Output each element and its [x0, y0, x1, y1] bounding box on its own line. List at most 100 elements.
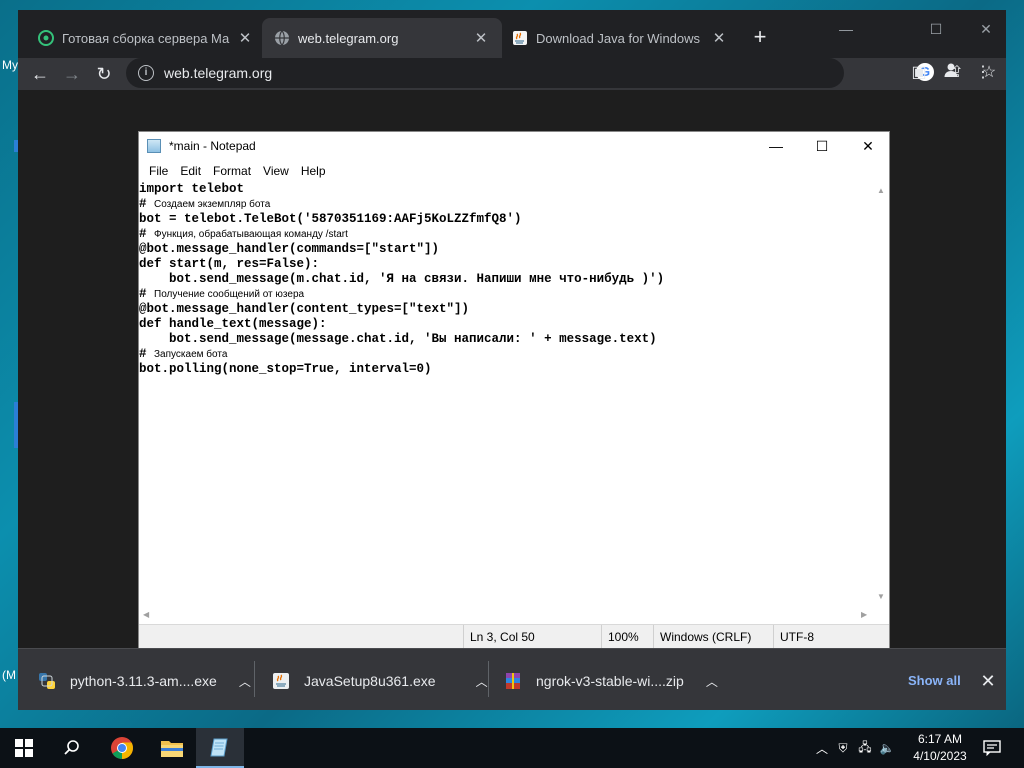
- download-filename: ngrok-v3-stable-wi....zip: [536, 673, 684, 689]
- reload-icon[interactable]: ↻: [90, 60, 118, 88]
- side-panel-icon[interactable]: ▣: [908, 62, 930, 84]
- notification-icon: [983, 740, 1001, 756]
- vertical-scrollbar[interactable]: ▲ ▼: [872, 182, 889, 607]
- globe-icon: [274, 30, 290, 46]
- tab-close-icon[interactable]: ✕: [710, 29, 728, 47]
- browser-toolbar: ← → ↻ i web.telegram.org G ⇪ ☆ ▣ ⋮: [18, 58, 1006, 90]
- volume-icon[interactable]: 🔈: [876, 741, 898, 755]
- minimize-window-button[interactable]: —: [826, 14, 866, 44]
- taskbar-clock[interactable]: 6:17 AM 4/10/2023: [908, 731, 972, 765]
- tab-title: Download Java for Windows: [536, 30, 701, 46]
- close-downloads-bar-icon[interactable]: ✕: [976, 667, 1000, 695]
- forward-arrow-icon[interactable]: →: [58, 60, 86, 88]
- download-item-java[interactable]: JavaSetup8u361.exe ︿: [272, 663, 488, 699]
- taskbar-notepad[interactable]: [196, 728, 244, 768]
- network-icon[interactable]: 🖧: [854, 738, 876, 759]
- security-shield-icon[interactable]: ⛨: [832, 741, 854, 756]
- code-line: # Функция, обрабатывающая команду /start: [139, 227, 348, 241]
- scroll-up-icon[interactable]: ▲: [877, 186, 885, 195]
- menu-help[interactable]: Help: [295, 164, 332, 178]
- chevron-up-icon[interactable]: ︿: [476, 673, 488, 690]
- code-line: bot.send_message(message.chat.id, 'Вы на…: [139, 332, 657, 346]
- status-cursor-position: Ln 3, Col 50: [463, 625, 601, 649]
- desktop-icon-label-my: My: [2, 58, 18, 72]
- chrome-icon: [111, 737, 133, 759]
- code-line: # Создаем экземпляр бота: [139, 197, 271, 211]
- taskbar-chrome[interactable]: [98, 728, 146, 768]
- search-icon: [64, 740, 79, 755]
- green-favicon-icon: [38, 30, 54, 46]
- chevron-up-icon[interactable]: ︿: [812, 740, 832, 757]
- tab-bar: Готовая сборка сервера Майнк ✕ web.teleg…: [18, 10, 1006, 58]
- browser-window: Готовая сборка сервера Майнк ✕ web.teleg…: [18, 10, 1006, 710]
- code-line: @bot.message_handler(content_types=["tex…: [139, 302, 470, 316]
- tab-web-telegram[interactable]: web.telegram.org ✕: [262, 18, 502, 58]
- winrar-archive-icon: [504, 672, 522, 690]
- address-url: web.telegram.org: [164, 65, 273, 81]
- notepad-menubar: File Edit Format View Help: [139, 160, 889, 182]
- windows-taskbar: ︿ ⛨ 🖧 🔈 6:17 AM 4/10/2023: [0, 728, 1024, 768]
- code-line: import telebot: [139, 182, 245, 196]
- menu-edit[interactable]: Edit: [174, 164, 207, 178]
- new-tab-button[interactable]: +: [746, 24, 774, 52]
- scroll-down-icon[interactable]: ▼: [877, 592, 885, 601]
- show-all-downloads-button[interactable]: Show all: [896, 667, 973, 695]
- menu-view[interactable]: View: [257, 164, 295, 178]
- status-line-ending: Windows (CRLF): [653, 625, 773, 649]
- menu-format[interactable]: Format: [207, 164, 257, 178]
- tab-title: Готовая сборка сервера Майнк: [62, 30, 230, 46]
- download-item-python[interactable]: python-3.11.3-am....exe ︿: [38, 663, 251, 699]
- status-encoding: UTF-8: [773, 625, 889, 649]
- code-line: bot.send_message(m.chat.id, 'Я на связи.…: [139, 272, 665, 286]
- file-explorer-icon: [161, 741, 183, 757]
- code-line: bot.polling(none_stop=True, interval=0): [139, 362, 432, 376]
- tab-minecraft-server[interactable]: Готовая сборка сервера Майнк ✕: [26, 18, 266, 58]
- scroll-right-icon[interactable]: ▶: [861, 610, 867, 619]
- clock-date: 4/10/2023: [913, 749, 967, 763]
- divider: [488, 661, 489, 697]
- address-bar[interactable]: i web.telegram.org G ⇪ ☆: [126, 58, 996, 88]
- close-window-button[interactable]: ✕: [966, 14, 1006, 44]
- download-filename: python-3.11.3-am....exe: [70, 673, 217, 689]
- notepad-close-button[interactable]: ✕: [845, 132, 891, 160]
- divider: [254, 661, 255, 697]
- taskbar-file-explorer[interactable]: [148, 728, 196, 768]
- chevron-up-icon[interactable]: ︿: [706, 673, 718, 690]
- notepad-maximize-button[interactable]: ☐: [799, 132, 845, 160]
- tab-title: web.telegram.org: [298, 30, 399, 46]
- notepad-icon: [147, 139, 161, 153]
- scroll-left-icon[interactable]: ◀: [143, 610, 149, 619]
- code-line: def handle_text(message):: [139, 317, 327, 331]
- windows-logo-icon: [15, 739, 33, 757]
- notepad-minimize-button[interactable]: —: [753, 132, 799, 160]
- java-favicon-icon: [512, 30, 528, 46]
- java-installer-icon: [272, 672, 290, 690]
- tab-download-java[interactable]: Download Java for Windows ✕: [500, 18, 740, 58]
- site-info-icon[interactable]: i: [138, 65, 154, 81]
- notepad-title: *main - Notepad: [169, 139, 256, 153]
- menu-file[interactable]: File: [143, 164, 174, 178]
- chevron-up-icon[interactable]: ︿: [239, 673, 251, 690]
- notepad-icon: [210, 738, 228, 757]
- system-tray: ︿ ⛨ 🖧 🔈: [812, 728, 898, 768]
- downloads-bar: python-3.11.3-am....exe ︿ JavaSetup8u361…: [18, 648, 1006, 710]
- notification-center-button[interactable]: [972, 728, 1012, 768]
- download-item-ngrok[interactable]: ngrok-v3-stable-wi....zip ︿: [504, 663, 718, 699]
- horizontal-scrollbar[interactable]: ◀ ▶: [139, 607, 872, 624]
- web-content-area: *main - Notepad — ☐ ✕ File Edit Format V…: [18, 90, 1006, 649]
- back-arrow-icon[interactable]: ←: [26, 60, 54, 88]
- profile-icon[interactable]: [940, 62, 962, 84]
- status-zoom: 100%: [601, 625, 653, 649]
- notepad-text-area[interactable]: import telebot # Создаем экземпляр бота …: [139, 182, 872, 607]
- search-button[interactable]: [48, 728, 96, 768]
- tab-close-icon[interactable]: ✕: [236, 29, 254, 47]
- maximize-window-button[interactable]: ☐: [916, 14, 956, 44]
- code-line: def start(m, res=False):: [139, 257, 320, 271]
- code-line: # Получение сообщений от юзера: [139, 287, 305, 301]
- start-button[interactable]: [0, 728, 48, 768]
- code-line: @bot.message_handler(commands=["start"]): [139, 242, 440, 256]
- python-installer-icon: [38, 672, 56, 690]
- menu-kebab-icon[interactable]: ⋮: [972, 62, 994, 84]
- code-line: bot = telebot.TeleBot('5870351169:AAFj5K…: [139, 212, 522, 226]
- tab-close-icon[interactable]: ✕: [472, 29, 490, 47]
